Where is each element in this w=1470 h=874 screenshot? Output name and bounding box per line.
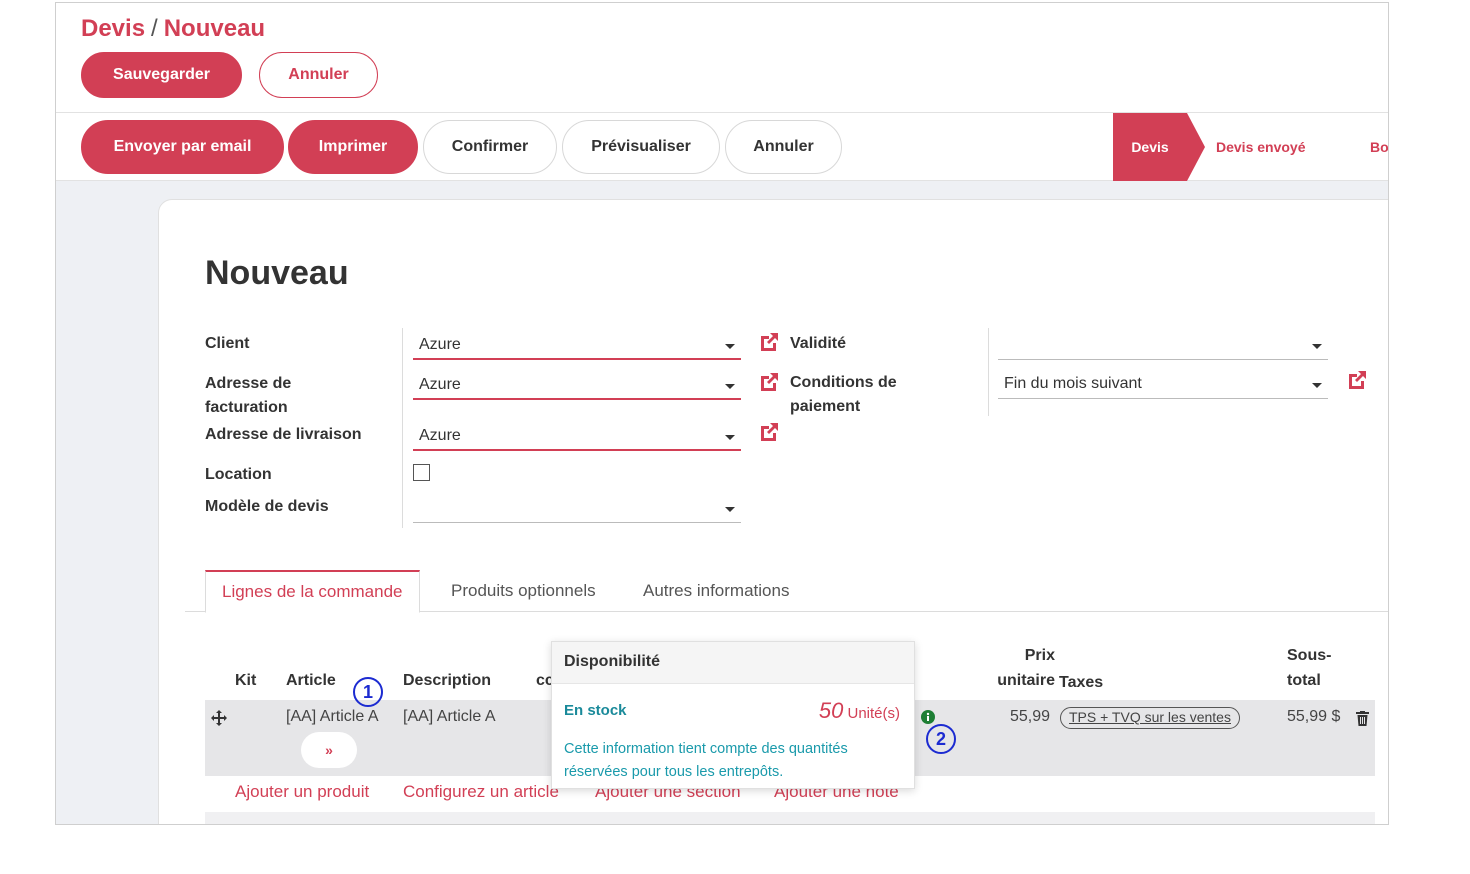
external-link-icon[interactable]	[757, 330, 781, 354]
stage-devis-envoye[interactable]: Devis envoyé	[1216, 113, 1306, 181]
add-product-link[interactable]: Ajouter un produit	[235, 782, 369, 802]
statusbar: Envoyer par email Imprimer Confirmer Pré…	[56, 113, 1388, 181]
stage-bon-commande[interactable]: Bo	[1370, 113, 1388, 181]
info-icon[interactable]	[921, 710, 935, 724]
template-field[interactable]	[413, 495, 741, 523]
location-checkbox[interactable]	[413, 464, 430, 481]
col-unit-price[interactable]: Prix unitaire	[965, 643, 1055, 693]
external-link-icon[interactable]	[757, 420, 781, 444]
popover-title: Disponibilité	[552, 642, 914, 684]
row-subtotal: 55,99 $	[1287, 708, 1341, 725]
notebook-tabs: Lignes de la commande Produits optionnel…	[185, 570, 1388, 613]
tab-order-lines[interactable]: Lignes de la commande	[205, 570, 420, 613]
drag-handle-icon[interactable]	[210, 709, 228, 727]
delivery-address-label: Adresse de livraison	[205, 426, 362, 443]
table-footer-band	[205, 812, 1375, 824]
configure-article-link[interactable]: Configurez un article	[403, 782, 559, 802]
stock-quantity: 50 Unité(s)	[819, 698, 900, 724]
col-article[interactable]: Article	[286, 668, 336, 693]
label-separator	[402, 328, 403, 528]
row-unit-price[interactable]: 55,99	[1000, 702, 1050, 732]
location-label: Location	[205, 466, 272, 483]
col-subtotal[interactable]: Sous-total	[1287, 643, 1347, 693]
payment-terms-value: Fin du mois suivant	[1004, 375, 1142, 392]
callout-2: 2	[926, 724, 956, 754]
breadcrumb-current: Nouveau	[163, 15, 266, 42]
popover-info-text: Cette information tient compte des quant…	[564, 741, 848, 780]
breadcrumb: Devis / Nouveau	[81, 15, 265, 43]
callout-1: 1	[353, 677, 383, 707]
col-description[interactable]: Description	[403, 668, 491, 693]
confirm-button[interactable]: Confirmer	[423, 120, 557, 174]
send-email-button[interactable]: Envoyer par email	[81, 120, 284, 174]
col-kit[interactable]: Kit	[235, 668, 256, 693]
availability-popover: Disponibilité En stock 50 Unité(s) Cette…	[551, 641, 915, 789]
invoice-address-field[interactable]: Azure	[413, 372, 741, 400]
invoice-address-label: Adresse de facturation	[205, 375, 292, 416]
row-description[interactable]: [AA] Article A	[403, 702, 495, 732]
app-window: Devis / Nouveau Sauvegarder Annuler Envoye…	[55, 2, 1389, 825]
stock-quantity-value: 50	[818, 698, 844, 723]
chevron-down-icon	[725, 344, 735, 349]
payment-terms-field[interactable]: Fin du mois suivant	[998, 371, 1328, 399]
print-button[interactable]: Imprimer	[288, 120, 418, 174]
delivery-address-field[interactable]: Azure	[413, 423, 741, 451]
stock-quantity-unit: Unité(s)	[847, 705, 900, 722]
col-taxes[interactable]: Taxes	[1059, 670, 1103, 695]
validity-label: Validité	[790, 335, 847, 352]
stage-arrow	[1187, 113, 1205, 181]
row-tax-tag[interactable]: TPS + TVQ sur les ventes	[1060, 707, 1240, 729]
article-open-button[interactable]: »	[301, 732, 357, 768]
client-field[interactable]: Azure	[413, 332, 741, 360]
trash-icon[interactable]	[1356, 711, 1369, 726]
row-article[interactable]: [AA] Article A	[286, 702, 396, 732]
template-label: Modèle de devis	[205, 498, 329, 515]
preview-button[interactable]: Prévisualiser	[562, 120, 720, 174]
stage-devis[interactable]: Devis	[1113, 113, 1187, 181]
discard-button[interactable]: Annuler	[259, 52, 378, 98]
client-value: Azure	[419, 336, 461, 353]
tab-other-info[interactable]: Autres informations	[627, 570, 805, 612]
client-label: Client	[205, 335, 250, 352]
payment-terms-label: Conditions de paiement	[790, 374, 897, 415]
invoice-address-value: Azure	[419, 376, 461, 393]
chevron-down-icon	[1312, 344, 1322, 349]
chevron-down-icon	[725, 384, 735, 389]
delivery-address-value: Azure	[419, 427, 461, 444]
record-title: Nouveau	[205, 254, 349, 292]
validity-field[interactable]	[998, 332, 1328, 360]
external-link-icon[interactable]	[757, 370, 781, 394]
external-link-icon[interactable]	[1345, 368, 1369, 392]
control-panel: Devis / Nouveau Sauvegarder Annuler	[56, 3, 1388, 113]
save-button[interactable]: Sauvegarder	[81, 52, 242, 98]
stock-status: En stock	[564, 702, 627, 719]
chevron-down-icon	[1312, 383, 1322, 388]
breadcrumb-parent[interactable]: Devis	[81, 15, 145, 42]
label-separator-right	[988, 328, 989, 416]
chevron-down-icon	[725, 435, 735, 440]
cancel-button[interactable]: Annuler	[725, 120, 842, 174]
breadcrumb-separator: /	[151, 15, 158, 42]
chevron-down-icon	[725, 507, 735, 512]
tab-optional-products[interactable]: Produits optionnels	[435, 570, 612, 612]
